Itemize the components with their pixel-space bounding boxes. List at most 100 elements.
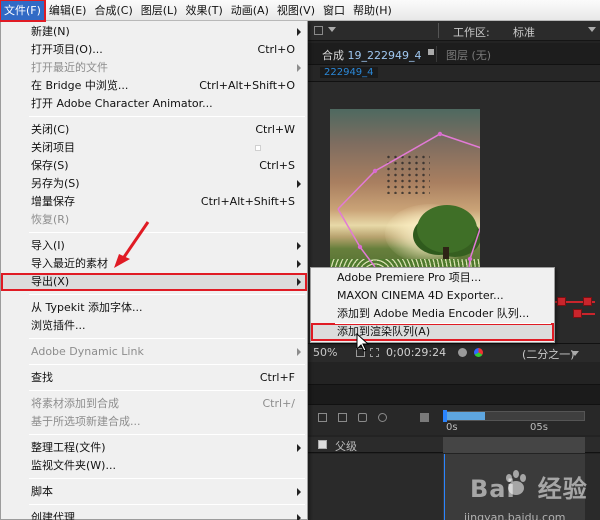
menu-item-shortcut: Ctrl+W (255, 123, 295, 136)
eye-icon[interactable] (318, 440, 327, 449)
file-menu-item[interactable]: 从 Typekit 添加字体... (1, 299, 307, 317)
file-menu-item[interactable]: 浏览插件... (1, 317, 307, 335)
zoom-select[interactable]: 50% (313, 346, 337, 359)
tab-layer[interactable]: 图层 (无) (446, 47, 491, 63)
submenu-arrow-icon (297, 180, 301, 188)
file-menu-item[interactable]: 导出(X) (1, 273, 307, 291)
menu-separator (29, 294, 305, 295)
square-icon (255, 145, 261, 151)
work-area-range[interactable] (445, 412, 485, 420)
export-menu-item[interactable]: MAXON CINEMA 4D Exporter... (311, 287, 554, 305)
menu-icon[interactable] (428, 49, 434, 55)
file-menu-item[interactable]: 脚本 (1, 483, 307, 501)
submenu-arrow-icon (297, 260, 301, 268)
menu-6[interactable]: 动画(A) (227, 0, 273, 21)
menu-item-label: 导入(I) (31, 239, 65, 252)
export-submenu: Adobe Premiere Pro 项目... MAXON CINEMA 4D … (310, 267, 555, 343)
tab-comp-name[interactable]: 222949_4 (320, 67, 378, 78)
submenu-arrow-icon (297, 348, 301, 356)
menu-item-label: 从 Typekit 添加字体... (31, 301, 143, 314)
submenu-arrow-icon (297, 514, 301, 520)
file-menu-item[interactable]: 打开项目(O)... Ctrl+O (1, 41, 307, 59)
file-menu-item[interactable]: 增量保存 Ctrl+Alt+Shift+S (1, 193, 307, 211)
menu-item-label: 另存为(S) (31, 177, 80, 190)
file-menu-item[interactable]: 保存(S) Ctrl+S (1, 157, 307, 175)
menu-item-label: 脚本 (31, 485, 53, 498)
draft-3d-icon[interactable] (338, 413, 347, 422)
ruler-label: 05s (530, 422, 548, 433)
menu-7[interactable]: 视图(V) (273, 0, 319, 21)
submenu-arrow-icon (297, 28, 301, 36)
file-menu-item[interactable]: 整理工程(文件) (1, 439, 307, 457)
region-icon[interactable] (370, 348, 379, 357)
file-menu-item[interactable]: 创建代理 (1, 509, 307, 520)
file-menu-item[interactable]: 打开 Adobe Character Animator... (1, 95, 307, 113)
layer-switch-icon[interactable] (318, 413, 327, 422)
file-menu-item[interactable]: 查找 Ctrl+F (1, 369, 307, 387)
file-menu-item[interactable]: 监视文件夹(W)... (1, 457, 307, 475)
menu-1[interactable]: 文件(F) (0, 0, 46, 22)
file-menu-item[interactable]: 关闭项目 (1, 139, 307, 157)
timeline-track-header (443, 437, 585, 453)
menu-separator (29, 116, 305, 117)
menu-5[interactable]: 效果(T) (181, 0, 226, 21)
menu-separator (29, 478, 305, 479)
menu-item-label: 基于所选项新建合成... (31, 415, 141, 428)
tab-composition[interactable]: 合成 19_222949_4 (322, 47, 422, 63)
watermark-logo: Bai 经验 (470, 475, 588, 503)
menu-separator (29, 232, 305, 233)
menu-item-label: 导出(X) (31, 275, 70, 288)
workspace-select[interactable]: 标准 (513, 24, 535, 40)
motion-blur-icon[interactable] (378, 413, 387, 422)
viewer-controls: 50% 0;00:29:24 (二分之一) (308, 343, 600, 361)
current-time-indicator[interactable] (443, 410, 447, 422)
file-menu-item: 基于所选项新建合成... (1, 413, 307, 431)
menu-item-shortcut: Ctrl+/ (262, 397, 296, 410)
menu-item-label: 将素材添加到合成 (31, 397, 119, 410)
parent-column-header: 父级 (335, 440, 357, 453)
menu-4[interactable]: 图层(L) (137, 0, 182, 21)
graph-editor-icon[interactable] (420, 413, 429, 422)
menu-8[interactable]: 窗口 (319, 0, 349, 21)
file-menu-item: Adobe Dynamic Link (1, 343, 307, 361)
mouse-cursor-icon (356, 333, 370, 352)
file-menu-item[interactable]: 新建(N) (1, 23, 307, 41)
chevron-down-icon[interactable] (588, 27, 596, 32)
menu-2[interactable]: 编辑(E) (45, 0, 91, 21)
camera-icon[interactable] (458, 348, 467, 357)
export-menu-item[interactable]: Adobe Premiere Pro 项目... (311, 269, 554, 287)
menu-item-label: 恢复(R) (31, 213, 70, 226)
annotation-arrow-icon (114, 221, 150, 268)
watermark: Bai 经验 jingyan.baidu.com (440, 461, 600, 520)
submenu-arrow-icon (297, 64, 301, 72)
checkbox-icon[interactable] (314, 26, 323, 35)
menu-item-label: 打开 Adobe Character Animator... (31, 97, 213, 110)
menu-item-label: 关闭(C) (31, 123, 70, 136)
chevron-down-icon[interactable] (571, 351, 579, 356)
menu-item-shortcut: Ctrl+Alt+Shift+S (200, 195, 295, 208)
menu-9[interactable]: 帮助(H) (349, 0, 396, 21)
submenu-arrow-icon (297, 242, 301, 250)
menu-separator (29, 364, 305, 365)
menu-3[interactable]: 合成(C) (90, 0, 136, 21)
menu-item-shortcut: Ctrl+S (259, 159, 295, 172)
menu-bar: 文件(F) 编辑(E) 合成(C) 图层(L) 效果(T) 动画(A) 视图(V) 窗口 帮助(… (0, 0, 600, 22)
watermark-url: jingyan.baidu.com (464, 511, 566, 520)
export-menu-item[interactable]: 添加到 Adobe Media Encoder 队列... (311, 305, 554, 323)
dropdown-arrow-icon[interactable] (328, 27, 336, 32)
frame-blend-icon[interactable] (358, 413, 367, 422)
export-menu-item[interactable]: 添加到渲染队列(A) (311, 323, 554, 341)
node-marker (573, 309, 582, 318)
file-menu-item: 打开最近的文件 (1, 59, 307, 77)
node-marker (583, 297, 592, 306)
composition-subtab-bar: 222949_4 (308, 65, 600, 82)
timecode-display[interactable]: 0;00:29:24 (386, 346, 446, 359)
resolution-select[interactable]: (二分之一) (522, 346, 575, 362)
workspace-label: 工作区: (453, 26, 490, 39)
submenu-arrow-icon (297, 278, 301, 286)
menu-item-label: 打开项目(O)... (31, 43, 103, 56)
file-menu-item[interactable]: 在 Bridge 中浏览... Ctrl+Alt+Shift+O (1, 77, 307, 95)
file-menu-item[interactable]: 关闭(C) Ctrl+W (1, 121, 307, 139)
file-menu-item[interactable]: 另存为(S) (1, 175, 307, 193)
channel-icon[interactable] (474, 348, 483, 357)
